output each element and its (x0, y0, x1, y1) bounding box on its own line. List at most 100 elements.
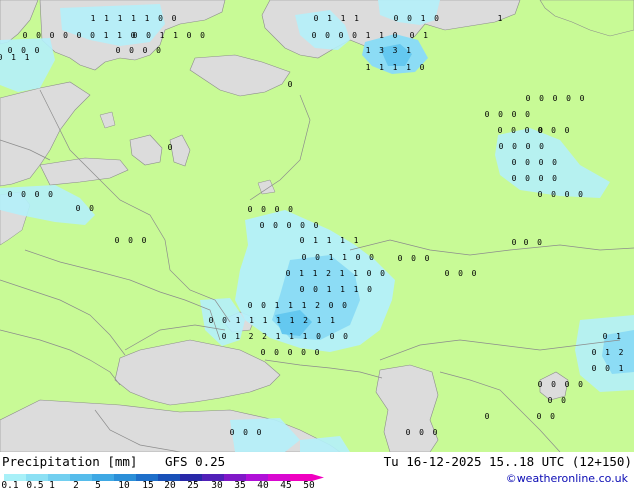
precip-value-marker: 0 (406, 428, 411, 437)
precip-value-marker: 1 (118, 14, 123, 23)
precip-value-marker: 0 (142, 236, 147, 245)
precip-value-marker: 2 (303, 316, 308, 325)
precip-value-marker: 0 (393, 31, 398, 40)
precip-value-marker: 1 (173, 31, 178, 40)
precip-value-marker: 1 (11, 53, 16, 62)
precip-value-marker: 1 (327, 236, 332, 245)
precip-value-marker: 0 (578, 380, 583, 389)
precip-value-marker: 1 (236, 316, 241, 325)
precip-value-marker: 1 (329, 253, 334, 262)
precip-value-marker: 1 (366, 46, 371, 55)
precip-value-marker: 0 (367, 285, 372, 294)
precip-value-marker: 0 (538, 126, 543, 135)
precip-value-marker: 0 (407, 14, 412, 23)
precip-value-marker: 0 (342, 301, 347, 310)
precip-value-marker: 1 (275, 301, 280, 310)
precip-value-marker: 1 (340, 236, 345, 245)
precip-value-marker: 0 (90, 31, 95, 40)
precip-value-marker: 0 (248, 301, 253, 310)
precip-value-marker: 2 (262, 332, 267, 341)
precip-value-marker: 1 (330, 316, 335, 325)
copyright-link[interactable]: ©weatheronline.co.uk (506, 472, 628, 486)
precip-value-marker: 0 (329, 301, 334, 310)
precip-value-marker: 1 (299, 269, 304, 278)
precip-value-marker: 1 (313, 236, 318, 245)
precip-value-marker: 1 (379, 31, 384, 40)
precip-value-marker: 1 (393, 63, 398, 72)
weather-map: 1111100011100101000000110001100010000110… (0, 0, 634, 452)
precip-value-marker: 0 (275, 205, 280, 214)
precip-value-marker: 0 (499, 142, 504, 151)
precip-value-marker: 1 (327, 285, 332, 294)
north-island (539, 0, 634, 37)
precip-value-marker: 0 (330, 332, 335, 341)
precip-value-marker: 0 (561, 396, 566, 405)
precip-value-marker: 0 (158, 14, 163, 23)
precip-value-marker: 1 (276, 332, 281, 341)
precip-value-marker: 0 (261, 205, 266, 214)
precip-value-marker: 1 (317, 316, 322, 325)
precip-value-marker: 1 (117, 31, 122, 40)
precip-value-marker: 1 (25, 53, 30, 62)
precip-value-marker: 0 (539, 158, 544, 167)
precip-value-marker: 0 (143, 46, 148, 55)
precip-value-marker: 0 (48, 190, 53, 199)
precip-value-marker: 0 (8, 190, 13, 199)
precip-value-marker: 0 (116, 46, 121, 55)
precip-value-marker: 1 (91, 14, 96, 23)
precip-value-marker: 0 (243, 428, 248, 437)
precip-value-marker: 0 (23, 31, 28, 40)
precip-value-marker: 0 (592, 348, 597, 357)
precip-value-marker: 1 (327, 14, 332, 23)
precip-value-marker: 1 (379, 63, 384, 72)
precip-value-marker: 0 (551, 190, 556, 199)
border-line-4 (0, 329, 121, 386)
lake-2 (257, 179, 276, 195)
precip-value-marker: 0 (300, 285, 305, 294)
precip-value-marker: 1 (290, 316, 295, 325)
precip-value-marker: 0 (77, 31, 82, 40)
precip-value-marker: 0 (89, 204, 94, 213)
precip-value-marker: 0 (50, 31, 55, 40)
precip-value-marker: 0 (411, 254, 416, 263)
caspian-sea (375, 364, 439, 452)
precip-value-marker: 0 (35, 46, 40, 55)
lake-ladoga (129, 134, 163, 166)
precip-value-marker: 1 (341, 14, 346, 23)
precip-value-marker: 0 (274, 348, 279, 357)
precip-value-marker: 1 (340, 269, 345, 278)
precip-value-marker: 1 (160, 31, 165, 40)
precip-value-marker: 0 (539, 142, 544, 151)
precip-value-marker: 0 (76, 204, 81, 213)
precip-value-marker: 3 (393, 46, 398, 55)
precip-value-marker: 0 (300, 236, 305, 245)
precip-value-marker: 0 (537, 238, 542, 247)
lake-onega (169, 134, 191, 167)
precip-value-marker: 0 (146, 31, 151, 40)
precip-value-marker: 0 (511, 126, 516, 135)
precip-value-marker: 0 (498, 126, 503, 135)
border-line-3 (0, 279, 126, 356)
precip-value-marker: 0 (156, 46, 161, 55)
precip-value-marker: 2 (326, 269, 331, 278)
map-canvas: 1 1 1 1 1 0 0 0 1 1 1 0 0 1 0 10 0 0 0 0 0 1 1 00 0 1 1 0 0 0 10 0 0 0 1 1 0… (0, 0, 634, 452)
precip-value-marker: 0 (300, 221, 305, 230)
precip-value-marker: 1 (288, 301, 293, 310)
precip-value-marker: 1 (289, 332, 294, 341)
precip-value-marker: 0 (603, 332, 608, 341)
precip-value-marker: 1 (353, 269, 358, 278)
precip-value-marker: 1 (104, 14, 109, 23)
precip-value-marker: 0 (592, 364, 597, 373)
precip-value-marker: 0 (343, 332, 348, 341)
precip-value-marker: 0 (580, 94, 585, 103)
precip-value-marker: 1 (354, 285, 359, 294)
precip-value-marker: 0 (524, 238, 529, 247)
precip-value-marker: 0 (552, 174, 557, 183)
precip-value-marker: 0 (410, 31, 415, 40)
precip-value-marker: 0 (565, 190, 570, 199)
precip-value-marker: 0 (398, 254, 403, 263)
precip-value-marker: 0 (369, 253, 374, 262)
precip-value-marker: 0 (261, 301, 266, 310)
precip-value-marker: 0 (36, 31, 41, 40)
gulf-of-finland (39, 157, 129, 186)
